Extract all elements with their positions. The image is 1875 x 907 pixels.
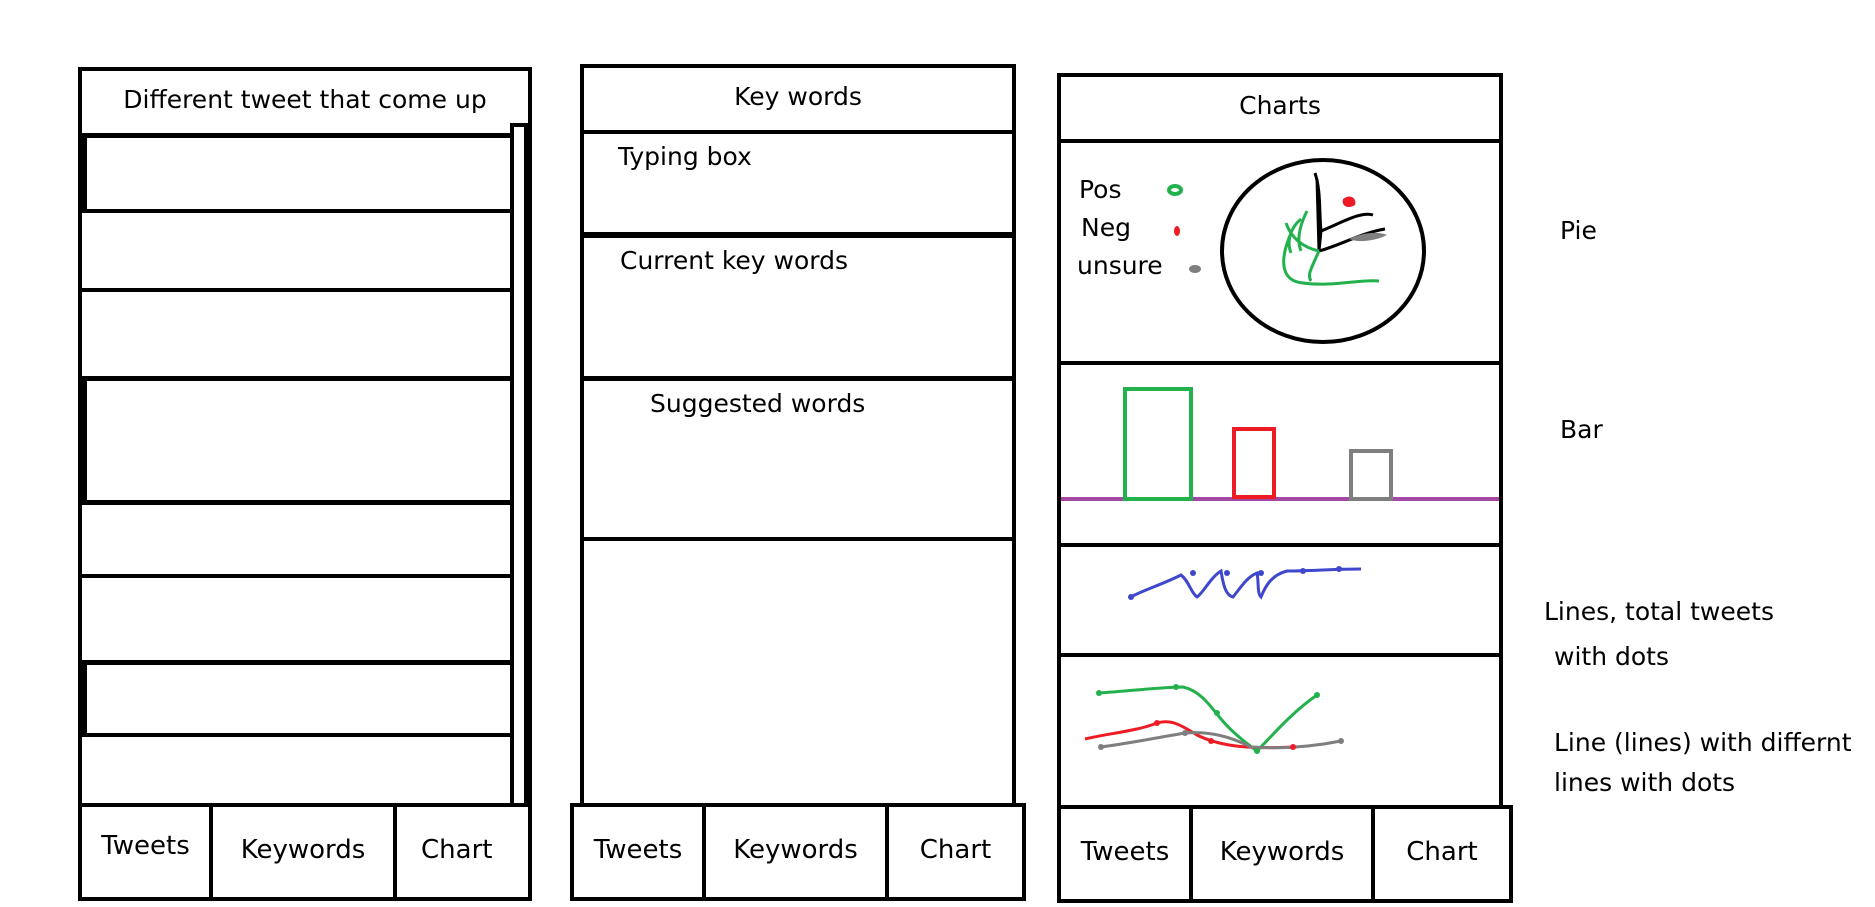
sentiment-lines-chart [1084,684,1344,754]
suggested-words-label: Suggested words [650,389,866,418]
tweets-screen-title: Different tweet that come up [82,71,528,137]
nav-tweets-button[interactable]: Tweets [1061,809,1193,899]
tweet-divider [82,209,510,213]
tweet-list[interactable] [82,133,510,803]
bar-chart-section [1061,365,1499,547]
bar-chart [1061,387,1499,501]
keywords-screen: Key words Typing box Current key words S… [580,64,1016,809]
bar-pos [1123,387,1193,501]
legend-label-pos: Pos [1079,175,1122,204]
annotation-lines-total-2: with dots [1554,642,1669,671]
sentiment-lines-section [1061,657,1499,757]
legend-swatch-unsure [1189,265,1201,273]
annotation-lines-multi-2: lines with dots [1554,768,1736,797]
nav-keywords-button[interactable]: Keywords [706,807,889,897]
charts-screen: Charts Pos Neg unsure [1057,73,1503,809]
current-keywords-section: Current key words [584,238,1012,381]
bar-unsure [1349,449,1393,501]
nav-keywords-button[interactable]: Keywords [213,807,397,897]
bar-neg [1232,427,1276,499]
legend-label-neg: Neg [1081,213,1131,242]
current-keywords-label: Current key words [620,246,849,275]
nav-keywords-button[interactable]: Keywords [1193,809,1375,899]
tweet-list-scrollbar[interactable] [510,123,528,813]
tweet-divider [82,288,510,292]
pie-slice-neg [1342,196,1356,207]
legend-swatches [1167,184,1201,273]
annotation-pie: Pie [1560,216,1597,245]
legend-swatch-pos [1167,184,1183,196]
annotation-lines-multi-1: Line (lines) with differnt [1554,728,1852,757]
typing-box-label: Typing box [618,142,752,171]
pie-chart [1220,158,1426,344]
total-tweets-line [1130,567,1362,600]
tweet-divider [82,500,510,505]
tweet-divider [82,574,510,578]
tweets-screen-nav: Tweets Keywords Chart [78,803,532,901]
nav-chart-button[interactable]: Chart [889,807,1022,897]
legend-swatch-neg [1174,226,1180,236]
suggested-words-section: Suggested words [584,381,1012,541]
keywords-screen-nav: Tweets Keywords Chart [570,803,1026,901]
charts-screen-nav: Tweets Keywords Chart [1057,805,1513,903]
nav-tweets-button[interactable]: Tweets [574,807,706,897]
charts-screen-title: Charts [1061,77,1499,143]
tweet-row[interactable] [82,137,510,209]
tweet-divider [82,733,510,737]
pie-chart-section: Pos Neg unsure [1061,139,1499,365]
typing-box[interactable]: Typing box [584,130,1012,238]
annotation-lines-total-1: Lines, total tweets [1544,597,1774,626]
total-tweets-line-chart [1128,566,1362,600]
annotation-bar: Bar [1560,415,1603,444]
nav-tweets-button[interactable]: Tweets [82,807,213,897]
tweet-row[interactable] [82,664,510,733]
total-tweets-line-section [1061,547,1499,657]
tweet-row[interactable] [82,380,510,500]
nav-chart-button[interactable]: Chart [1375,809,1509,899]
sentiment-line-unsure [1100,731,1342,750]
keywords-screen-title: Key words [584,68,1012,134]
nav-chart-button[interactable]: Chart [397,807,528,897]
tweets-screen: Different tweet that come up [78,67,532,813]
pie-slice-unsure [1349,232,1387,242]
